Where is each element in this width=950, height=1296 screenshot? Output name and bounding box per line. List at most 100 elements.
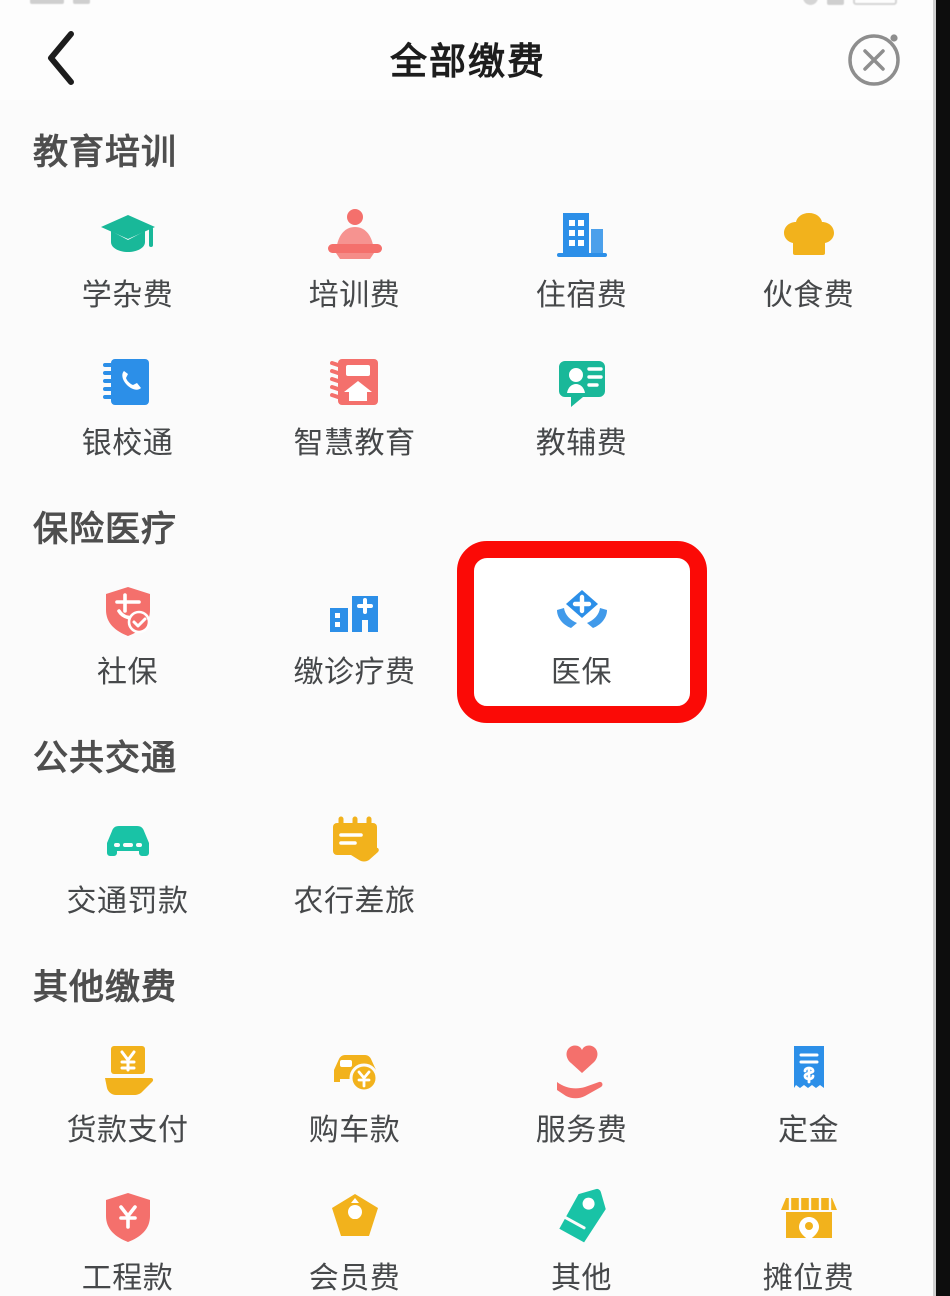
shop-stall-icon xyxy=(780,1198,837,1240)
page-title: 全部缴费 xyxy=(390,41,546,82)
status-bar-right xyxy=(803,0,906,5)
payment-item-book-house[interactable]: 智慧教育 xyxy=(241,329,468,477)
app-screen: 全部缴费 教育培训 学杂费 培训费 住宿费 伙食费 银校通 智慧教育 教辅费 保险医疗 社保 缴诊疗… xyxy=(0,0,950,1296)
payment-item-car[interactable]: 交通罚款 xyxy=(14,787,241,935)
payment-categories-list: 教育培训 学杂费 培训费 住宿费 伙食费 银校通 智慧教育 教辅费 保险医疗 社保 缴诊疗费 医保 公共… xyxy=(0,100,936,1296)
car-icon xyxy=(97,809,159,871)
payment-item-label: 交通罚款 xyxy=(66,885,189,918)
payment-item-lecturer-podium[interactable]: 培训费 xyxy=(241,181,468,329)
payment-item-label: 摊位费 xyxy=(762,1262,855,1295)
section-grid: 交通罚款 农行差旅 xyxy=(0,787,936,935)
payment-item-phone-book[interactable]: 银校通 xyxy=(14,329,241,477)
travel-voucher-icon xyxy=(324,809,386,871)
navigation-bar: 全部缴费 xyxy=(0,16,936,100)
section-grid: 货款支付 购车款 服务费 定金工程款 会员费 其他 摊位费 xyxy=(0,1016,936,1296)
payment-item-label: 货款支付 xyxy=(66,1114,189,1147)
section-grid: 学杂费 培训费 住宿费 伙食费银校通 智慧教育 教辅费 xyxy=(0,181,936,477)
building-icon xyxy=(551,203,613,265)
teaching-chat-icon xyxy=(551,351,613,413)
close-button[interactable] xyxy=(844,27,906,89)
payment-item-label: 住宿费 xyxy=(535,279,628,312)
bluetooth-icon xyxy=(827,0,844,5)
building-icon xyxy=(556,213,607,257)
wifi-icon xyxy=(73,0,90,4)
battery-icon xyxy=(853,0,897,5)
payment-item-price-tag[interactable]: 其他 xyxy=(468,1164,695,1296)
payment-item-yuan-payment-hand[interactable]: 货款支付 xyxy=(14,1016,241,1164)
section-heading: 公共交通 xyxy=(33,739,178,778)
payment-item-label: 农行差旅 xyxy=(293,885,416,918)
social-security-shield-icon xyxy=(97,580,159,642)
payment-item-label: 智慧教育 xyxy=(293,427,416,460)
back-button[interactable] xyxy=(33,30,89,86)
payment-item-label: 社保 xyxy=(97,656,158,689)
payment-item-label: 银校通 xyxy=(81,427,174,460)
payment-item-receipt-dollar[interactable]: 定金 xyxy=(695,1016,922,1164)
car-yuan-icon xyxy=(324,1038,386,1100)
section-heading: 其他缴费 xyxy=(33,968,178,1007)
hospital-icon xyxy=(329,596,378,632)
phone-book-icon xyxy=(102,359,149,405)
section-grid: 社保 缴诊疗费 医保 xyxy=(0,558,936,706)
payment-item-crown[interactable]: 会员费 xyxy=(241,1164,468,1296)
payment-item-label: 医保 xyxy=(551,656,612,689)
status-bar xyxy=(0,0,936,16)
payment-item-medical-insurance-hands[interactable]: 医保 xyxy=(468,558,695,706)
chef-hat-icon xyxy=(783,213,834,255)
car-yuan-icon xyxy=(333,1055,378,1093)
section-3: 其他缴费货款支付 购车款 服务费 定金工程款 会员费 其他 摊位费 xyxy=(0,935,936,1296)
payment-item-heart-hand[interactable]: 服务费 xyxy=(468,1016,695,1164)
payment-item-label: 工程款 xyxy=(81,1262,174,1295)
screen-edge-strip xyxy=(936,0,950,1296)
section-0: 教育培训 学杂费 培训费 住宿费 伙食费 银校通 智慧教育 教辅费 xyxy=(0,100,936,477)
payment-item-label: 伙食费 xyxy=(762,279,855,312)
crown-icon xyxy=(324,1186,386,1248)
payment-item-teaching-chat[interactable]: 教辅费 xyxy=(468,329,695,477)
car-icon xyxy=(106,826,149,856)
lecturer-podium-icon xyxy=(324,203,386,265)
price-tag-icon xyxy=(558,1188,606,1243)
shield-yuan-icon xyxy=(97,1186,159,1248)
payment-item-car-yuan[interactable]: 购车款 xyxy=(241,1016,468,1164)
payment-item-label: 缴诊疗费 xyxy=(293,656,416,689)
hospital-icon xyxy=(324,580,386,642)
payment-item-shield-yuan[interactable]: 工程款 xyxy=(14,1164,241,1296)
shield-yuan-icon xyxy=(105,1193,150,1242)
payment-item-building[interactable]: 住宿费 xyxy=(468,181,695,329)
payment-item-travel-voucher[interactable]: 农行差旅 xyxy=(241,787,468,935)
payment-item-chef-hat[interactable]: 伙食费 xyxy=(695,181,922,329)
payment-item-label: 服务费 xyxy=(535,1114,628,1147)
section-2: 公共交通交通罚款 农行差旅 xyxy=(0,706,936,935)
payment-item-label: 其他 xyxy=(551,1262,612,1295)
heart-hand-icon xyxy=(556,1045,602,1099)
status-bar-left xyxy=(30,0,90,4)
teaching-chat-icon xyxy=(558,361,605,407)
payment-item-label: 培训费 xyxy=(308,279,401,312)
book-house-icon xyxy=(324,351,386,413)
travel-voucher-icon xyxy=(332,816,379,862)
payment-item-label: 购车款 xyxy=(308,1114,401,1147)
signal-icon xyxy=(30,0,64,4)
close-circle-icon xyxy=(848,34,900,86)
payment-item-hospital[interactable]: 缴诊疗费 xyxy=(241,558,468,706)
graduation-cap-icon xyxy=(100,215,155,252)
graduation-cap-icon xyxy=(97,203,159,265)
medical-insurance-hands-icon xyxy=(551,580,613,642)
section-1: 保险医疗 社保 缴诊疗费 医保 xyxy=(0,477,936,706)
payment-item-label: 教辅费 xyxy=(535,427,628,460)
medical-insurance-hands-icon xyxy=(556,590,607,628)
book-house-icon xyxy=(329,359,378,405)
payment-item-label: 会员费 xyxy=(308,1262,401,1295)
payment-item-shop-stall[interactable]: 摊位费 xyxy=(695,1164,922,1296)
yuan-payment-hand-icon xyxy=(104,1046,153,1095)
phone-book-icon xyxy=(97,351,159,413)
heart-hand-icon xyxy=(551,1038,613,1100)
crown-icon xyxy=(331,1194,378,1236)
price-tag-icon xyxy=(551,1186,613,1248)
receipt-dollar-icon xyxy=(793,1046,824,1088)
payment-item-label: 定金 xyxy=(778,1114,839,1147)
payment-item-graduation-cap[interactable]: 学杂费 xyxy=(14,181,241,329)
payment-item-social-security-shield[interactable]: 社保 xyxy=(14,558,241,706)
chef-hat-icon xyxy=(778,203,840,265)
receipt-dollar-icon xyxy=(778,1038,840,1100)
